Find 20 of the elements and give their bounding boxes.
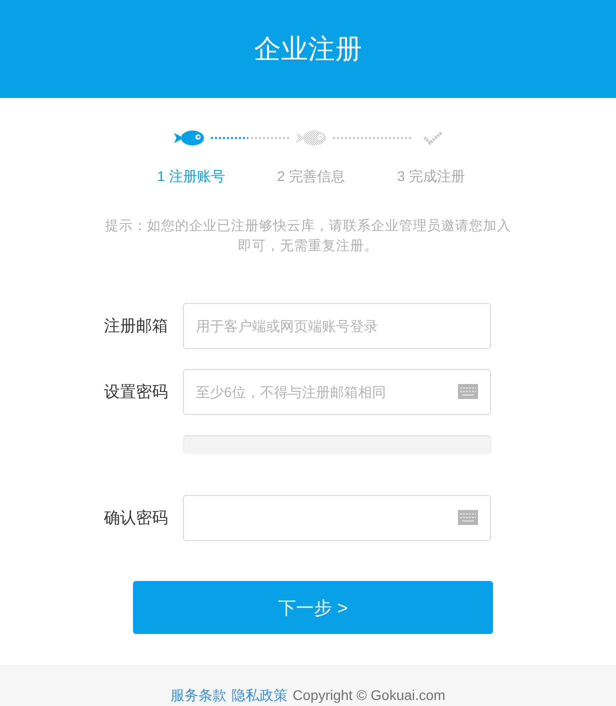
check-icon (423, 131, 443, 145)
password-field[interactable]: 至少6位，不得与注册邮箱相同 (183, 369, 491, 415)
page-title: 企业注册 (254, 33, 362, 66)
field-label: 设置密码 (104, 382, 168, 402)
fish-icon (296, 130, 326, 146)
hint-text: 提示：如您的企业已注册够快云库，请联系企业管理员邀请您加入即可，无需重复注册。 (104, 217, 512, 254)
keyboard-icon[interactable] (458, 384, 478, 399)
keyboard-icon[interactable] (458, 510, 478, 525)
footer-link[interactable]: 隐私政策 (232, 686, 288, 704)
field-label: 注册邮箱 (104, 316, 168, 336)
step-label: 2 完善信息 (277, 167, 345, 186)
copyright-text: Copyright © Gokuai.com (292, 686, 446, 704)
password-field[interactable] (183, 495, 491, 541)
fish-icon (174, 130, 204, 146)
next-step-button[interactable]: 下一步 > (133, 581, 493, 634)
step-label: 3 完成注册 (397, 167, 465, 186)
step-label: 1 注册账号 (157, 167, 225, 186)
field-label: 确认密码 (104, 508, 168, 528)
email-field[interactable]: 用于客户端或网页端账号登录 (183, 303, 491, 349)
footer-link[interactable]: 服务条款 (170, 686, 227, 704)
